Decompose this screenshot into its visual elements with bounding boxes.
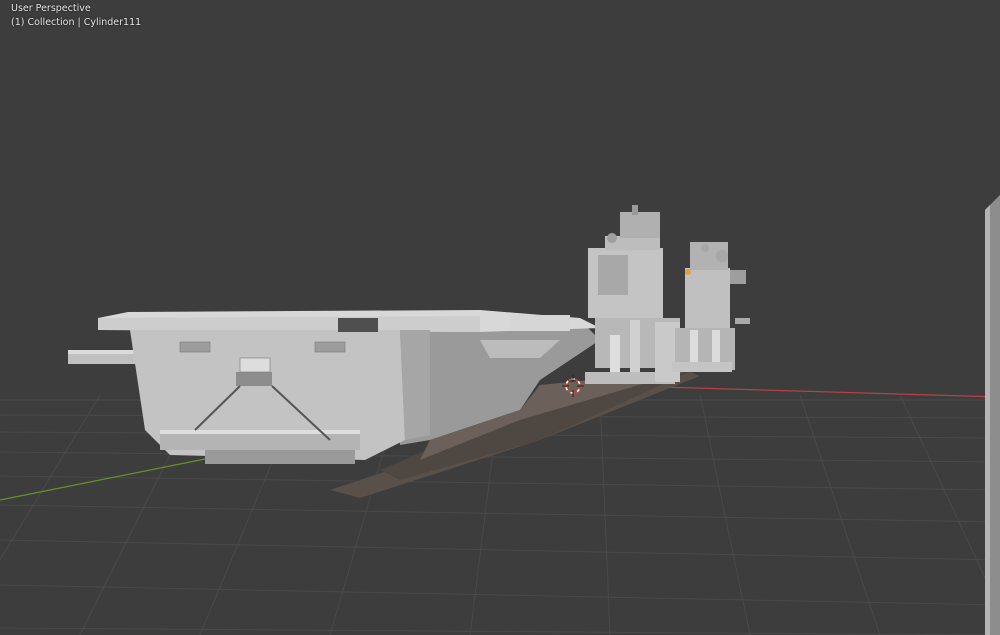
collection-object-label: (1) Collection | Cylinder111 (11, 17, 142, 28)
viewport-scene[interactable] (0, 0, 1000, 635)
carrier-model[interactable] (68, 205, 750, 498)
forward-island (585, 205, 680, 384)
3d-viewport[interactable]: User Perspective (1) Collection | Cylind… (0, 0, 1000, 635)
aft-island (672, 242, 750, 372)
y-axis-line (0, 451, 241, 501)
view-perspective-label: User Perspective (11, 3, 91, 14)
